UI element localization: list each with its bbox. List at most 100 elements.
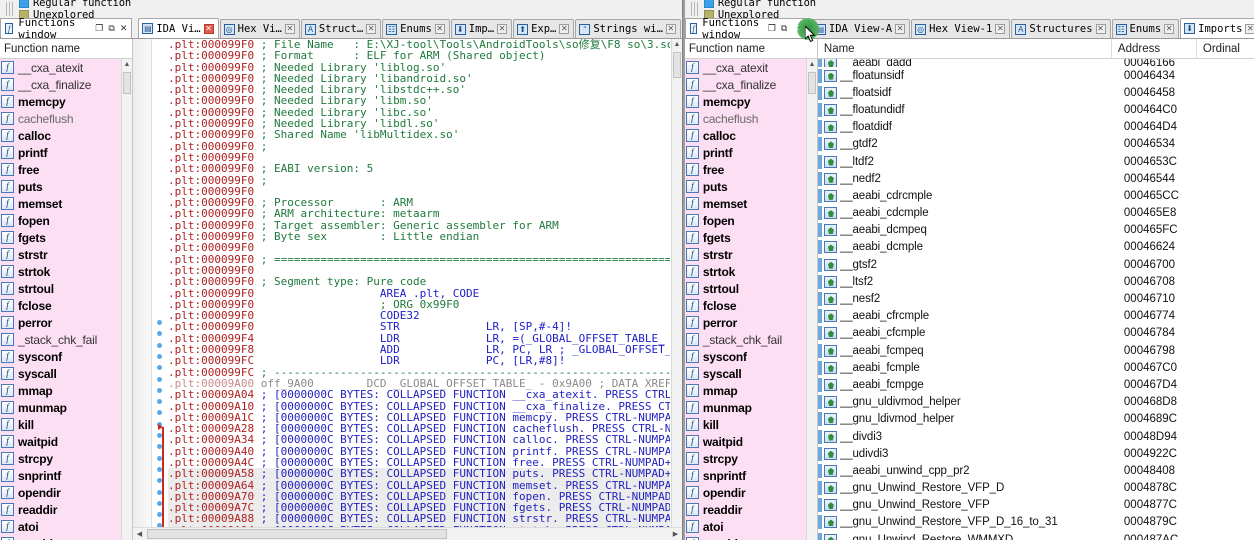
imports-table-row[interactable]: __aeabi_fcmpeq 00046798 — [817, 342, 1254, 359]
tab-close-icon[interactable]: ✕ — [1095, 24, 1106, 34]
function-list-item[interactable]: f strtoul — [684, 280, 807, 297]
tab-close-icon[interactable]: ✕ — [203, 23, 214, 34]
imports-table-row[interactable]: __ltdf2 0004653C — [817, 153, 1254, 170]
imports-table-row[interactable]: __aeabi_cfcmple 00046784 — [817, 325, 1254, 342]
function-list-item[interactable]: f strstr — [0, 246, 122, 263]
imports-table-row[interactable]: __gnu_uldivmod_helper 000468D8 — [817, 394, 1254, 411]
function-list-item[interactable]: f kill — [684, 416, 807, 433]
scroll-right-icon[interactable]: ▶ — [669, 528, 682, 540]
function-list-item[interactable]: f _stack_chk_fail — [0, 331, 122, 348]
function-list-item[interactable]: f __cxa_atexit — [0, 59, 122, 76]
function-list-item[interactable]: f puts — [0, 178, 122, 195]
imports-table-row[interactable]: __aeabi_unwind_cpp_pr2 00048408 — [817, 462, 1254, 479]
tab-close-icon[interactable]: ✕ — [559, 24, 570, 34]
imports-table-row[interactable]: __nedf2 00046544 — [817, 170, 1254, 187]
function-list-item[interactable]: f free — [0, 161, 122, 178]
function-list-item[interactable]: f atoi — [0, 518, 122, 535]
tab-strings-wi-[interactable]: “Strings wi… ✕ — [575, 19, 681, 38]
function-list-item[interactable]: f syscall — [684, 365, 807, 382]
function-list-item[interactable]: f memset — [0, 195, 122, 212]
imports-table-row[interactable]: __aeabi_dcmpeq 000465FC — [817, 222, 1254, 239]
imports-table-row[interactable]: __nesf2 00046710 — [817, 290, 1254, 307]
function-list-item[interactable]: f sysconf — [0, 348, 122, 365]
function-list-item[interactable]: f munmap — [0, 399, 122, 416]
tab-hex-vi-[interactable]: ◎ Hex Vi… ✕ — [219, 19, 300, 38]
tab-close-icon[interactable]: ✕ — [497, 24, 508, 34]
function-list-item[interactable]: f kill — [0, 416, 122, 433]
tab-close-icon[interactable]: ✕ — [1245, 23, 1254, 34]
function-list-item[interactable]: f atoi — [684, 518, 807, 535]
column-header-ordinal[interactable]: Ordinal — [1197, 39, 1254, 58]
function-list-item[interactable]: f cacheflush — [0, 110, 122, 127]
right-functions-scrollbar[interactable]: ▲ — [805, 59, 817, 540]
imports-table-row[interactable]: __aeabi_dcmple 00046624 — [817, 239, 1254, 256]
function-list-item[interactable]: f cacheflush — [684, 110, 807, 127]
function-list-item[interactable]: f munmap — [684, 399, 807, 416]
left-disassembly-view[interactable]: .plt:000099F0 ; File Name : E:\XJ-tool\T… — [133, 39, 682, 540]
tab-imports[interactable]: ⬇ Imports ✕ — [1180, 18, 1254, 38]
function-list-item[interactable]: f opendir — [684, 484, 807, 501]
function-list-item[interactable]: f printf — [684, 144, 807, 161]
imports-table-row[interactable]: __aeabi_cfrcmple 00046774 — [817, 308, 1254, 325]
function-list-item[interactable]: f waitpid — [0, 433, 122, 450]
function-list-item[interactable]: f puts — [684, 178, 807, 195]
function-list-item[interactable]: f waitpid — [684, 433, 807, 450]
function-list-item[interactable]: f fopen — [684, 212, 807, 229]
function-list-item[interactable]: f fclose — [0, 297, 122, 314]
function-list-item[interactable]: f snprintf — [684, 467, 807, 484]
function-list-item[interactable]: fgetpid — [684, 535, 807, 540]
function-list-item[interactable]: f memset — [684, 195, 807, 212]
scroll-left-icon[interactable]: ◀ — [133, 528, 146, 540]
tab-ida-view-a[interactable]: ▤ IDA View-A ✕ — [810, 19, 911, 38]
function-list-item[interactable]: f strcpy — [684, 450, 807, 467]
function-list-item[interactable]: f fgets — [0, 229, 122, 246]
imports-table-row[interactable]: __aeabi_fcmpge 000467D4 — [817, 376, 1254, 393]
function-list-item[interactable]: f __cxa_finalize — [0, 76, 122, 93]
function-list-item[interactable]: f sysconf — [684, 348, 807, 365]
function-list-item[interactable]: f opendir — [0, 484, 122, 501]
function-list-item[interactable]: f __cxa_atexit — [684, 59, 807, 76]
scroll-up-icon[interactable]: ▲ — [122, 59, 132, 70]
imports-table-row[interactable]: __floatundidf 000464C0 — [817, 101, 1254, 118]
imports-table-row[interactable]: __floatsidf 00046458 — [817, 84, 1254, 101]
function-list-item[interactable]: f memcpy — [0, 93, 122, 110]
tab-enums[interactable]: ☷ Enums ✕ — [1111, 19, 1180, 38]
left-functions-window-tab[interactable]: f Functions window ❐ ⧉ ✕ — [0, 17, 133, 41]
tab-close-icon[interactable]: ✕ — [895, 24, 906, 34]
function-list-item[interactable]: f perror — [684, 314, 807, 331]
disassembly-hscrollbar[interactable]: ◀ ▶ — [133, 527, 682, 540]
function-list-item[interactable]: f fgets — [684, 229, 807, 246]
tab-structures[interactable]: A Structures ✕ — [1011, 19, 1111, 38]
imports-table-row[interactable]: __divdi3 00048D94 — [817, 428, 1254, 445]
imports-table-row[interactable]: __gnu_Unwind_Restore_VFP 0004877C — [817, 497, 1254, 514]
function-list-item[interactable]: f syscall — [0, 365, 122, 382]
imports-table-row[interactable]: __gtsf2 00046700 — [817, 256, 1254, 273]
scroll-up-icon[interactable]: ▲ — [671, 39, 682, 50]
function-list-item[interactable]: f strcpy — [0, 450, 122, 467]
tab-ida-vi-[interactable]: ▤ IDA Vi… ✕ — [138, 18, 219, 38]
right-restore-icon[interactable]: ❐ — [768, 24, 776, 34]
imports-table-row[interactable]: __floatunsidf 00046434 — [817, 67, 1254, 84]
imports-table-row[interactable]: __gtdf2 00046534 — [817, 136, 1254, 153]
right-close-icon[interactable]: ✕ — [792, 24, 800, 34]
imports-table-row[interactable]: __udivdi3 0004922C — [817, 445, 1254, 462]
function-list-item[interactable]: f calloc — [0, 127, 122, 144]
function-list-item[interactable]: f memcpy — [684, 93, 807, 110]
function-list-item[interactable]: fgetpid — [0, 535, 122, 540]
tab-exp-[interactable]: ⬆ Exp… ✕ — [513, 19, 575, 38]
legend-grip-icon[interactable] — [6, 2, 15, 16]
function-list-item[interactable]: f perror — [0, 314, 122, 331]
tab-enums[interactable]: ☷ Enums ✕ — [382, 19, 450, 38]
function-list-item[interactable]: f readdir — [0, 501, 122, 518]
function-list-item[interactable]: f _stack_chk_fail — [684, 331, 807, 348]
function-list-item[interactable]: f readdir — [684, 501, 807, 518]
function-list-item[interactable]: f printf — [0, 144, 122, 161]
scroll-thumb[interactable] — [672, 52, 681, 78]
scroll-thumb-horizontal[interactable] — [147, 529, 447, 539]
imports-table-row[interactable]: __aeabi_cdrcmple 000465CC — [817, 187, 1254, 204]
column-header-address[interactable]: Address — [1112, 39, 1197, 58]
tab-close-icon[interactable]: ✕ — [366, 24, 377, 34]
imports-table-row[interactable]: __gnu_ldivmod_helper 0004689C — [817, 411, 1254, 428]
imports-table-row[interactable]: __gnu_Unwind_Restore_WMMXD 000487AC — [817, 531, 1254, 540]
function-list-item[interactable]: f mmap — [684, 382, 807, 399]
